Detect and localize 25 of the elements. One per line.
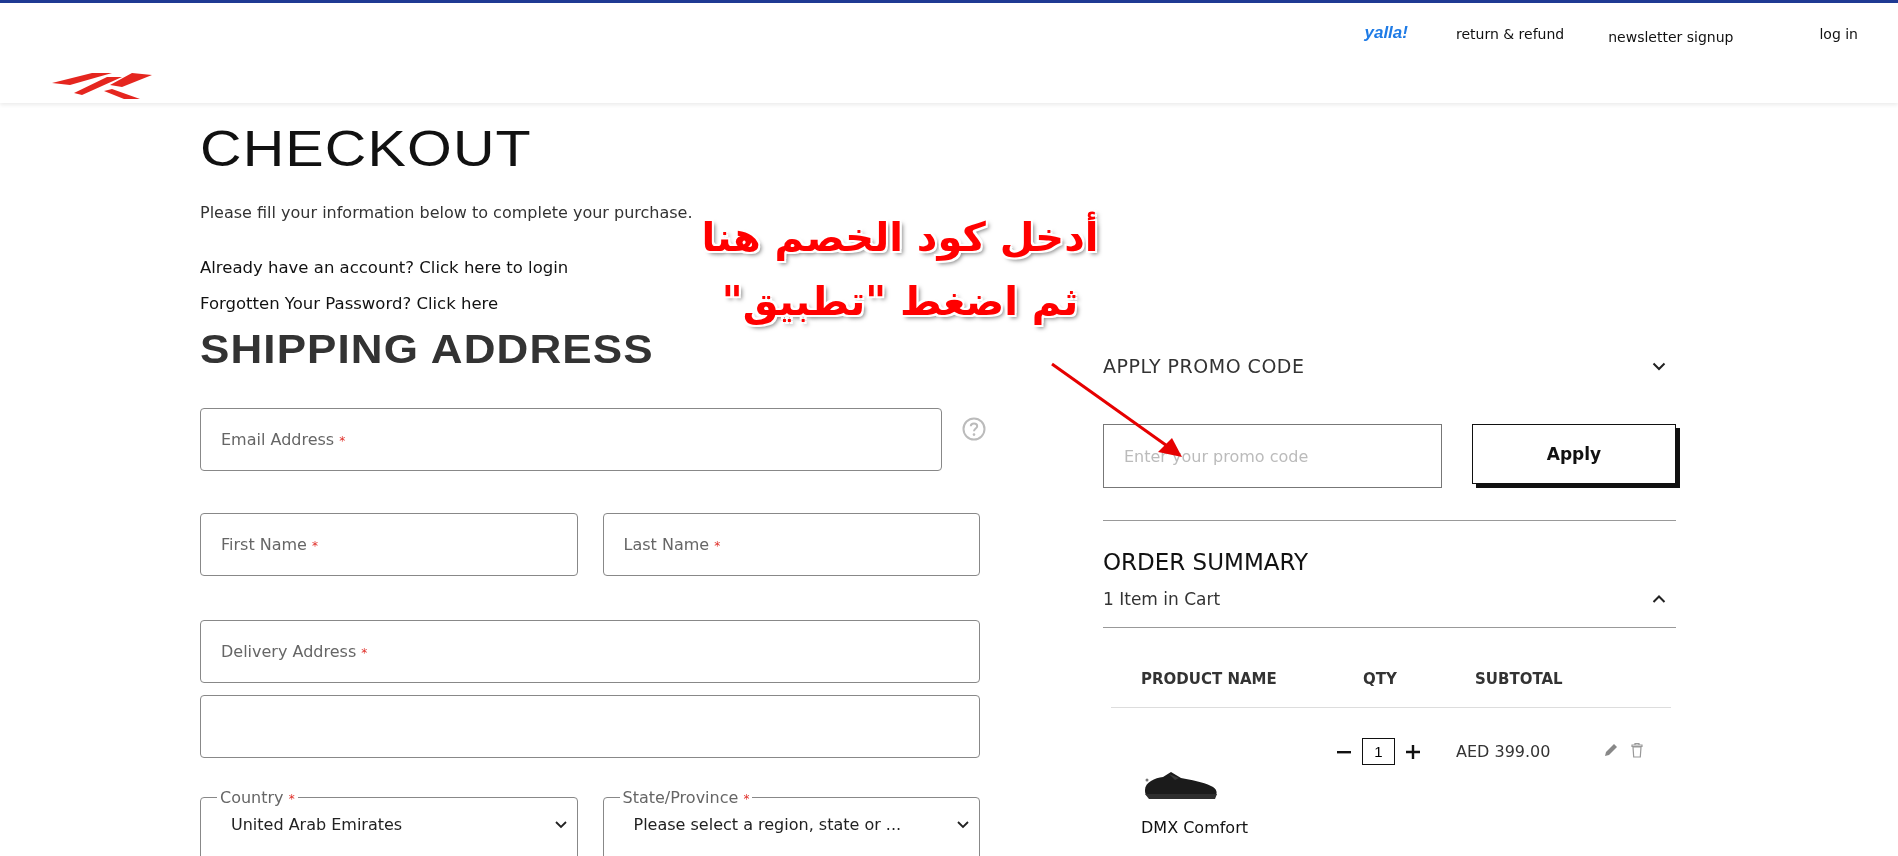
input-field[interactable]: Delivery Address *: [200, 620, 980, 683]
input-field[interactable]: First Name *: [200, 513, 578, 576]
summary-title: ORDER SUMMARY: [1103, 549, 1310, 575]
page-title: CHECKOUT: [200, 120, 533, 179]
nav-link[interactable]: return & refund: [1455, 26, 1565, 42]
account-link[interactable]: Already have an account? Click here to login: [200, 258, 569, 277]
nav-link[interactable]: log in: [1819, 26, 1858, 42]
nav-link[interactable]: newsletter signup: [1608, 29, 1734, 45]
partner-logo[interactable]: yalla!: [1364, 23, 1408, 43]
column-header: SUBTOTAL: [1475, 670, 1563, 688]
section-title: SHIPPING ADDRESS: [200, 327, 655, 372]
product-name[interactable]: DMX Comfort: [1141, 818, 1248, 837]
select-field[interactable]: Country * United Arab Emirates: [200, 788, 578, 856]
quantity-field[interactable]: 1: [1362, 738, 1395, 765]
promo-title: APPLY PROMO CODE: [1103, 355, 1305, 377]
cart-count: 1 Item in Cart: [1103, 589, 1221, 609]
column-header: QTY: [1363, 670, 1398, 688]
column-header: PRODUCT NAME: [1141, 670, 1278, 688]
account-link[interactable]: Forgotten Your Password? Click here: [200, 294, 499, 313]
page-subtitle: Please fill your information below to complete your purchase.: [200, 203, 693, 222]
item-subtotal: AED 399.00: [1456, 742, 1552, 761]
input-field[interactable]: Email Address *: [200, 408, 942, 471]
input-field[interactable]: Last Name *: [602, 513, 980, 576]
annotation-text: أدخل كود الخصم هنا ثم اضغط "تطبيق": [700, 205, 1100, 333]
select-field[interactable]: State/Province * Please select a region, state or ...: [602, 788, 980, 856]
